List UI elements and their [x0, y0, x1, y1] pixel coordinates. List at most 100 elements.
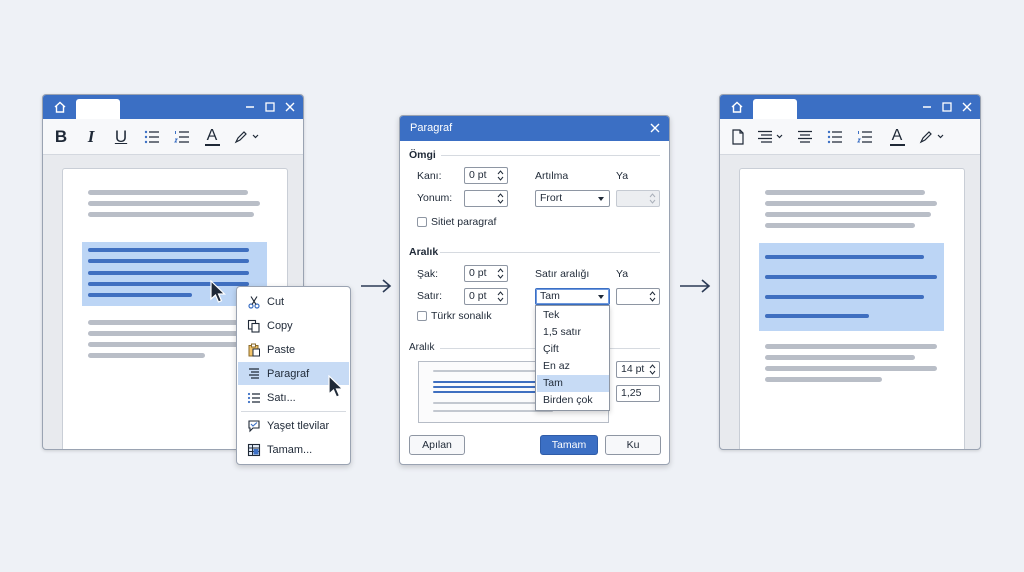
dropdown-option-tam[interactable]: Tam	[537, 375, 609, 392]
ya-label-2: Ya	[616, 268, 629, 280]
satir-label: Satır:	[417, 290, 443, 302]
preview-line	[433, 370, 543, 372]
font-color-button[interactable]: A	[203, 127, 221, 147]
numbered-list-button[interactable]	[856, 127, 874, 147]
maximize-icon[interactable]	[940, 100, 954, 114]
yonum-spinner[interactable]	[464, 190, 508, 207]
context-menu-paste-label: Paste	[267, 343, 296, 356]
flow-arrow-icon	[680, 279, 711, 293]
cancel-button[interactable]: Ku	[605, 435, 661, 455]
underline-button[interactable]: U	[113, 127, 129, 147]
kani-spinner[interactable]: 0 pt	[464, 167, 508, 184]
document-tab[interactable]	[76, 99, 120, 119]
spinner-arrows-icon[interactable]	[497, 267, 504, 280]
section-heading-omgi: Ömgi	[409, 149, 436, 161]
dropdown-option-cift[interactable]: Çift	[537, 341, 609, 358]
formatting-toolbar: B I U A	[43, 119, 303, 155]
context-menu-paragraf-label: Paragraf	[267, 367, 310, 380]
close-icon[interactable]	[960, 100, 974, 114]
text-line	[88, 320, 243, 325]
context-menu-yaset-tlevilar[interactable]: Yaşet tlevilar	[238, 414, 349, 437]
minimize-icon[interactable]	[243, 100, 257, 114]
satir-spinner[interactable]: 0 pt	[464, 288, 508, 305]
artilma-select[interactable]: Frort	[535, 190, 610, 207]
apply-button[interactable]: Apılan	[409, 435, 465, 455]
list-icon	[247, 391, 261, 405]
pt-value: 14 pt	[621, 363, 645, 375]
highlighter-button[interactable]	[233, 127, 261, 147]
ok-button[interactable]: Tamam	[540, 435, 598, 455]
formatted-text-line	[765, 314, 869, 318]
turkr-sonalik-checkbox[interactable]	[417, 311, 427, 321]
text-line	[88, 201, 260, 206]
align-button[interactable]	[756, 127, 786, 147]
spinner-arrows-icon[interactable]	[649, 363, 656, 376]
formatted-paragraph[interactable]	[759, 243, 944, 331]
dropdown-option-1-5-satir[interactable]: 1,5 satır	[537, 324, 609, 341]
context-menu-separator	[241, 411, 346, 412]
spinner-arrows-icon[interactable]	[497, 169, 504, 182]
home-icon[interactable]	[53, 100, 67, 114]
spinner-arrows-icon[interactable]	[649, 290, 656, 303]
artilma-label: Artılma	[535, 170, 569, 182]
text-line	[765, 355, 915, 360]
new-document-button[interactable]	[730, 127, 746, 147]
close-icon[interactable]	[283, 100, 297, 114]
turkr-sonalik-label: Türkr sonalık	[431, 310, 492, 322]
bullet-list-button[interactable]	[143, 127, 161, 147]
font-color-bar	[204, 144, 220, 146]
spinner-arrows-icon[interactable]	[497, 192, 504, 205]
bold-button[interactable]: B	[53, 127, 69, 147]
mouse-cursor-icon	[328, 375, 344, 398]
ya-spinner[interactable]	[616, 288, 660, 305]
spinner-arrows-icon[interactable]	[497, 290, 504, 303]
bullet-list-button[interactable]	[826, 127, 844, 147]
yonum-label: Yonum:	[417, 192, 453, 204]
pt-spinner[interactable]: 14 pt	[616, 361, 660, 378]
sitiet-paragraf-checkbox[interactable]	[417, 217, 427, 227]
sak-spinner[interactable]: 0 pt	[464, 265, 508, 282]
minimize-icon[interactable]	[920, 100, 934, 114]
context-menu-cut[interactable]: Cut	[238, 290, 349, 313]
context-menu-tamam-label: Tamam...	[267, 443, 313, 456]
section-divider	[440, 252, 660, 253]
context-menu-tamam[interactable]: Tamam...	[238, 438, 349, 461]
highlighter-button[interactable]	[918, 127, 946, 147]
close-icon[interactable]	[649, 122, 661, 134]
numbered-list-icon	[174, 131, 189, 143]
font-color-label: A	[891, 127, 903, 144]
text-line	[765, 366, 937, 371]
copy-icon	[247, 319, 261, 333]
sak-value: 0 pt	[469, 267, 487, 279]
align-center-button[interactable]	[796, 127, 814, 147]
satir-araligi-select[interactable]: Tam	[535, 288, 610, 305]
document-page[interactable]	[739, 168, 965, 449]
home-icon[interactable]	[730, 100, 744, 114]
comment-icon	[247, 419, 261, 433]
document-icon	[732, 129, 744, 145]
maximize-icon[interactable]	[263, 100, 277, 114]
table-icon	[247, 443, 261, 457]
font-color-button[interactable]: A	[888, 127, 906, 147]
context-menu-cut-label: Cut	[267, 295, 285, 308]
dialog-titlebar: Paragraf	[400, 116, 669, 141]
chevron-down-icon	[598, 295, 604, 299]
bullet-list-icon	[144, 130, 159, 144]
dropdown-option-birden-cok[interactable]: Birden çok	[537, 392, 609, 409]
window-titlebar	[43, 95, 303, 119]
dropdown-option-tek[interactable]: Tek	[537, 307, 609, 324]
document-tab[interactable]	[753, 99, 797, 119]
ratio-input[interactable]: 1,25	[616, 385, 660, 402]
sitiet-paragraf-label: Sitiet paragraf	[431, 216, 497, 228]
numbered-list-button[interactable]	[173, 127, 191, 147]
italic-button[interactable]: I	[83, 127, 99, 147]
text-line	[765, 377, 882, 382]
numbered-list-icon	[857, 131, 872, 143]
dialog-title: Paragraf	[410, 122, 453, 134]
line-spacing-dropdown: Tek 1,5 satır Çift En az Tam Birden çok	[535, 305, 610, 411]
context-menu-copy[interactable]: Copy	[238, 314, 349, 337]
dropdown-option-en-az[interactable]: En az	[537, 358, 609, 375]
selected-text-line	[88, 293, 192, 297]
context-menu-paste[interactable]: Paste	[238, 338, 349, 361]
chevron-down-icon	[598, 197, 604, 201]
